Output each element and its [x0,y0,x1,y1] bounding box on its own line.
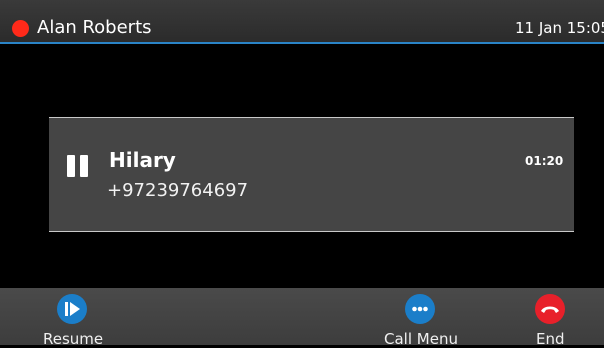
held-call-card[interactable]: Hilary +97239764697 01:20 [49,117,574,232]
pause-icon [67,155,89,177]
presence-status-icon [12,20,29,37]
softkey-bar: Resume Call Menu End [0,288,604,348]
date-time: 11 Jan 15:05 [515,19,604,37]
end-label: End [536,330,565,348]
hangup-icon [535,294,565,324]
more-icon [405,294,435,324]
resume-icon [57,294,87,324]
call-menu-label: Call Menu [384,330,458,348]
caller-name: Hilary [109,148,176,172]
status-bar: Alan Roberts 11 Jan 15:05 [0,0,604,44]
call-timer: 01:20 [525,154,564,168]
user-name: Alan Roberts [37,17,152,38]
resume-label: Resume [43,330,104,348]
caller-number: +97239764697 [107,180,249,201]
